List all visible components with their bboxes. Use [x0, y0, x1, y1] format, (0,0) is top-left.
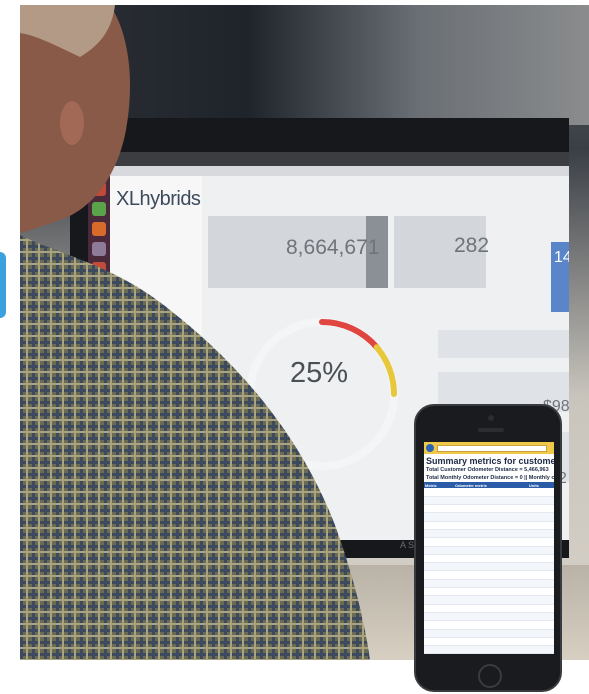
camera-dot	[488, 415, 494, 421]
phone-screen: Summary metrics for customer vehicles To…	[424, 442, 554, 654]
browser-url-bar[interactable]	[424, 442, 554, 454]
table-row	[424, 504, 554, 514]
metrics-table: Metric Odometer metric Units	[424, 482, 554, 654]
table-row	[424, 604, 554, 613]
table-row	[424, 496, 554, 506]
metric-blue-value: 14,5	[554, 249, 569, 266]
table-cell	[527, 587, 554, 597]
phone-page-title: Summary metrics for customer vehicles	[426, 456, 554, 466]
home-button[interactable]	[478, 664, 502, 688]
table-cell	[453, 529, 528, 539]
table-cell	[424, 546, 454, 555]
table-row	[424, 570, 554, 580]
table-row	[424, 587, 554, 597]
table-cell	[527, 521, 554, 531]
table-cell	[424, 645, 454, 654]
table-row	[424, 529, 554, 539]
table-cell	[527, 595, 554, 605]
table-cell	[453, 554, 528, 564]
table-cell	[527, 537, 554, 547]
url-field[interactable]	[437, 444, 547, 452]
table-cell	[527, 604, 554, 613]
table-row	[424, 488, 554, 497]
table-cell	[527, 529, 554, 539]
table-cell	[453, 496, 528, 506]
table-cell	[453, 537, 528, 547]
table-row	[424, 645, 554, 654]
table-cell	[424, 512, 454, 522]
table-cell	[527, 637, 554, 647]
table-cell	[424, 496, 454, 506]
table-row	[424, 546, 554, 555]
table-cell	[424, 529, 454, 539]
table-cell	[424, 570, 454, 580]
table-row	[424, 562, 554, 572]
table-cell	[424, 604, 454, 613]
table-cell	[453, 620, 528, 630]
table-cell	[453, 512, 528, 522]
table-cell	[527, 612, 554, 622]
table-cell	[453, 488, 528, 497]
table-cell	[424, 504, 454, 514]
plaid-shirt	[20, 235, 370, 660]
table-cell	[424, 612, 454, 622]
table-row	[424, 629, 554, 638]
table-cell	[453, 645, 528, 654]
table-row	[424, 612, 554, 622]
table-cell	[453, 570, 528, 580]
table-cell	[527, 579, 554, 589]
table-cell	[527, 488, 554, 497]
table-cell	[527, 554, 554, 564]
smartphone: Summary metrics for customer vehicles To…	[414, 404, 562, 692]
table-cell	[453, 579, 528, 589]
table-cell	[527, 512, 554, 522]
table-row	[424, 579, 554, 589]
table-row	[424, 620, 554, 630]
panel-bar	[438, 330, 569, 358]
person-silhouette	[20, 5, 370, 660]
table-row	[424, 595, 554, 605]
table-cell	[527, 546, 554, 555]
metric-count-value: 282	[454, 234, 490, 257]
table-cell	[424, 521, 454, 531]
speaker-grille	[478, 428, 504, 432]
table-cell	[453, 562, 528, 572]
table-cell	[453, 629, 528, 638]
table-cell	[527, 629, 554, 638]
table-cell	[424, 587, 454, 597]
table-cell	[424, 537, 454, 547]
phone-summary-line: Total Monthly Odometer Distance = 0 || M…	[426, 475, 554, 481]
table-cell	[453, 546, 528, 555]
table-cell	[527, 504, 554, 514]
table-cell	[424, 579, 454, 589]
table-cell	[527, 620, 554, 630]
table-cell	[424, 562, 454, 572]
table-row	[424, 554, 554, 564]
table-cell	[424, 595, 454, 605]
table-cell	[527, 496, 554, 506]
table-cell	[453, 612, 528, 622]
table-cell	[424, 620, 454, 630]
table-cell	[453, 637, 528, 647]
blue-edge-graphic	[0, 252, 6, 318]
table-cell	[527, 562, 554, 572]
table-cell	[527, 645, 554, 654]
table-cell	[424, 637, 454, 647]
table-row	[424, 512, 554, 522]
table-row	[424, 537, 554, 547]
table-cell	[527, 570, 554, 580]
table-cell	[453, 595, 528, 605]
ear	[60, 101, 84, 145]
table-cell	[424, 629, 454, 638]
table-row	[424, 637, 554, 647]
table-cell	[424, 488, 454, 497]
table-cell	[453, 587, 528, 597]
table-row	[424, 521, 554, 531]
table-cell	[424, 554, 454, 564]
back-icon[interactable]	[426, 444, 434, 452]
table-cell	[453, 521, 528, 531]
table-cell	[453, 504, 528, 514]
phone-summary-line: Total Customer Odometer Distance = 5,466…	[426, 467, 549, 473]
table-cell	[453, 604, 528, 613]
